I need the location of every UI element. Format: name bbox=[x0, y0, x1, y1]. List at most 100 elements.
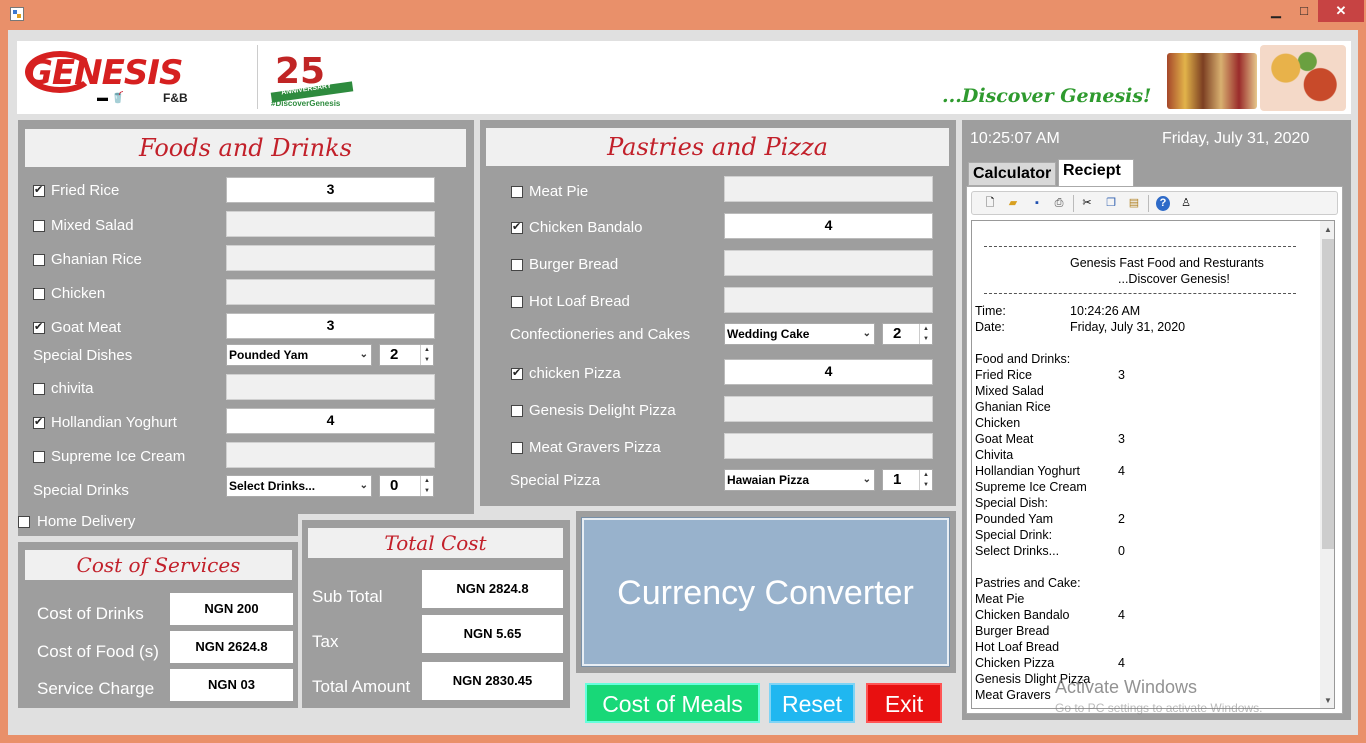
sub-total-value: NGN 2824.8 bbox=[422, 570, 563, 608]
chicken-pizza-checkbox[interactable] bbox=[511, 366, 523, 380]
cakes-qty-stepper[interactable]: 2 ▲ ▼ bbox=[882, 323, 933, 345]
scroll-down-icon[interactable]: ▼ bbox=[1322, 694, 1334, 708]
chicken-qty-input[interactable] bbox=[226, 279, 435, 305]
total-amount-label: Total Amount bbox=[312, 677, 411, 696]
tax-value: NGN 5.65 bbox=[422, 615, 563, 653]
special-dishes-qty-stepper[interactable]: 2 ▲ ▼ bbox=[379, 344, 434, 366]
receipt-line-qty: 0 bbox=[1118, 544, 1125, 558]
meat-gravers-pizza-qty-input[interactable] bbox=[724, 433, 933, 459]
burger-bread-label: Burger Bread bbox=[529, 256, 619, 273]
meat-gravers-pizza-checkbox[interactable] bbox=[511, 442, 523, 454]
services-title: Cost of Services bbox=[25, 550, 292, 580]
chivita-checkbox[interactable] bbox=[33, 383, 45, 395]
burger-bread-qty-input[interactable] bbox=[724, 250, 933, 276]
close-window-button[interactable]: ✕ bbox=[1318, 0, 1364, 22]
receipt-scrollbar[interactable]: ▲ ▼ bbox=[1320, 221, 1334, 708]
copy-icon[interactable]: ❐ bbox=[1104, 196, 1118, 211]
genesis-delight-pizza-qty-input[interactable] bbox=[724, 396, 933, 422]
fried-rice-qty-input[interactable]: 3 bbox=[226, 177, 435, 203]
exit-button[interactable]: Exit bbox=[866, 683, 942, 723]
save-icon[interactable]: ▪ bbox=[1030, 196, 1044, 211]
meat-pie-checkbox[interactable] bbox=[511, 186, 523, 198]
scrollbar-thumb[interactable] bbox=[1322, 239, 1334, 549]
service-charge-value: NGN 03 bbox=[170, 669, 293, 701]
cost-of-food-label: Cost of Food (s) bbox=[37, 642, 159, 661]
cut-icon[interactable]: ✂ bbox=[1080, 196, 1094, 211]
receipt-line-item: Chicken Bandalo bbox=[975, 608, 1070, 622]
pastries-title: Pastries and Pizza bbox=[486, 128, 949, 166]
chicken-bandalo-qty-input[interactable]: 4 bbox=[724, 213, 933, 239]
tab-receipt[interactable]: Reciept bbox=[1058, 159, 1134, 186]
clock-date: Friday, July 31, 2020 bbox=[1162, 130, 1310, 147]
special-dishes-select[interactable]: Pounded Yam ⌄ bbox=[226, 344, 372, 366]
special-drinks-qty-stepper[interactable]: 0 ▲ ▼ bbox=[379, 475, 434, 497]
receipt-food-header: Food and Drinks: bbox=[975, 352, 1071, 366]
hollandian-yoghurt-qty-input[interactable]: 4 bbox=[226, 408, 435, 434]
cakes-value: Wedding Cake bbox=[727, 327, 810, 341]
genesis-delight-pizza-checkbox[interactable] bbox=[511, 405, 523, 417]
receipt-line-qty: 4 bbox=[1118, 464, 1125, 478]
chivita-qty-input[interactable] bbox=[226, 374, 435, 400]
currency-converter-button[interactable]: Currency Converter bbox=[581, 517, 950, 667]
tab-calculator[interactable]: Calculator bbox=[968, 162, 1056, 186]
goat-meat-checkbox[interactable] bbox=[33, 320, 45, 334]
receipt-textbox[interactable]: Genesis Fast Food and Resturants ...Disc… bbox=[971, 220, 1335, 709]
cost-of-drinks-label: Cost of Drinks bbox=[37, 604, 144, 623]
home-delivery-checkbox[interactable] bbox=[18, 516, 30, 528]
open-folder-icon[interactable]: ▰ bbox=[1006, 196, 1020, 211]
special-drinks-label: Special Drinks bbox=[33, 482, 129, 499]
cost-of-meals-button[interactable]: Cost of Meals bbox=[585, 683, 760, 723]
mixed-salad-qty-input[interactable] bbox=[226, 211, 435, 237]
supreme-ice-cream-qty-input[interactable] bbox=[226, 442, 435, 468]
receipt-line-item: Ghanian Rice bbox=[975, 400, 1051, 414]
chicken-bandalo-checkbox[interactable] bbox=[511, 220, 523, 234]
chicken-checkbox[interactable] bbox=[33, 288, 45, 300]
hollandian-yoghurt-checkbox[interactable] bbox=[33, 415, 45, 429]
activate-windows-watermark: Activate Windows bbox=[1055, 677, 1198, 697]
cakes-select[interactable]: Wedding Cake ⌄ bbox=[724, 323, 875, 345]
receipt-line-item: Hollandian Yoghurt bbox=[975, 464, 1080, 478]
chevron-down-icon: ⌄ bbox=[862, 328, 871, 339]
receipt-line-qty: 4 bbox=[1118, 608, 1125, 622]
help-icon[interactable]: ? bbox=[1156, 196, 1170, 211]
meat-pie-qty-input[interactable] bbox=[724, 176, 933, 202]
burger-bread-checkbox[interactable] bbox=[511, 259, 523, 271]
receipt-line-item: Meat Pie bbox=[975, 592, 1025, 606]
ghanian-rice-qty-input[interactable] bbox=[226, 245, 435, 271]
ghanian-rice-checkbox[interactable] bbox=[33, 254, 45, 266]
fried-rice-label: Fried Rice bbox=[51, 182, 120, 199]
chevron-down-icon: ⌄ bbox=[359, 349, 368, 360]
receipt-line-item: Chivita bbox=[975, 448, 1014, 462]
minimize-button[interactable]: ▁ bbox=[1262, 0, 1290, 22]
paste-icon[interactable]: ▤ bbox=[1127, 196, 1141, 211]
up-down-arrows-icon[interactable]: ▲ ▼ bbox=[420, 345, 433, 365]
up-down-arrows-icon[interactable]: ▲ ▼ bbox=[420, 476, 433, 496]
maximize-button[interactable]: □ bbox=[1290, 0, 1318, 22]
receipt-line-item: Chicken Pizza bbox=[975, 656, 1055, 670]
fried-rice-checkbox[interactable] bbox=[33, 183, 45, 197]
receipt-line-qty: 2 bbox=[1118, 512, 1125, 526]
chicken-label: Chicken bbox=[51, 285, 106, 302]
new-document-icon[interactable]: 🗋 bbox=[983, 196, 997, 211]
mixed-salad-checkbox[interactable] bbox=[33, 220, 45, 232]
special-pizza-select[interactable]: Hawaian Pizza ⌄ bbox=[724, 469, 875, 491]
reset-button[interactable]: Reset bbox=[769, 683, 855, 723]
chicken-pizza-qty-input[interactable]: 4 bbox=[724, 359, 933, 385]
hot-loaf-bread-checkbox[interactable] bbox=[511, 296, 523, 308]
receipt-dash-line bbox=[984, 246, 1296, 247]
up-down-arrows-icon[interactable]: ▲ ▼ bbox=[919, 470, 932, 490]
special-drinks-select[interactable]: Select Drinks... ⌄ bbox=[226, 475, 372, 497]
goat-meat-qty-input[interactable]: 3 bbox=[226, 313, 435, 339]
hot-loaf-bread-qty-input[interactable] bbox=[724, 287, 933, 313]
receipt-line-item: Mixed Salad bbox=[975, 384, 1044, 398]
scroll-up-icon[interactable]: ▲ bbox=[1322, 223, 1334, 237]
help-pointer-icon[interactable]: ♙ bbox=[1179, 196, 1193, 211]
print-icon[interactable]: ⎙ bbox=[1052, 196, 1066, 211]
up-down-arrows-icon[interactable]: ▲ ▼ bbox=[919, 324, 932, 344]
cost-of-drinks-value: NGN 200 bbox=[170, 593, 293, 625]
supreme-ice-cream-label: Supreme Ice Cream bbox=[51, 448, 186, 465]
supreme-ice-cream-checkbox[interactable] bbox=[33, 451, 45, 463]
receipt-line-item: Special Dish: bbox=[975, 496, 1048, 510]
products-image bbox=[1167, 53, 1257, 109]
special-pizza-qty-stepper[interactable]: 1 ▲ ▼ bbox=[882, 469, 933, 491]
